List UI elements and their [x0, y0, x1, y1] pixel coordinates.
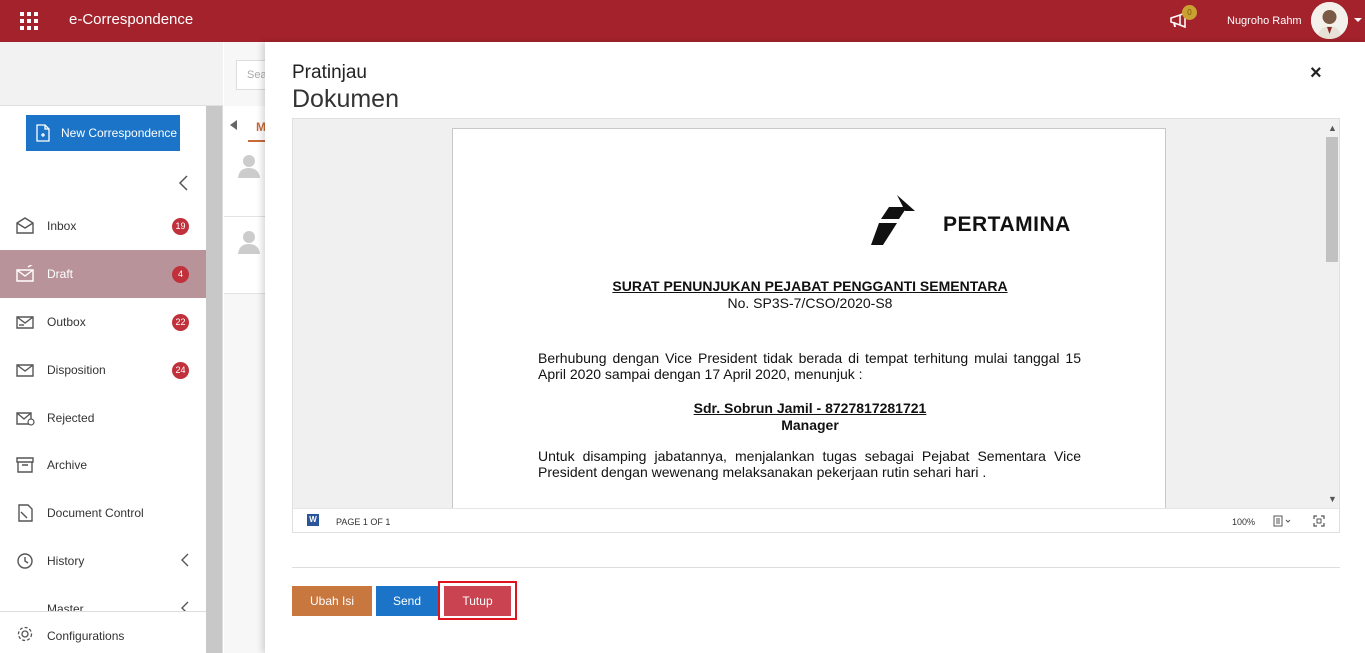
sidebar-item-label: Disposition: [47, 363, 106, 377]
chevron-left-icon: [181, 601, 189, 611]
close-icon[interactable]: ×: [1310, 62, 1322, 85]
sidebar-item-label: Document Control: [47, 506, 144, 520]
panel-title-line2: Dokumen: [292, 85, 399, 113]
history-icon: [17, 553, 33, 569]
sidebar: New Correspondence Inbox 19 Draft 4 Outb…: [0, 42, 223, 653]
app-launcher-icon[interactable]: [20, 12, 38, 30]
notification-badge: 0: [1182, 5, 1197, 20]
count-badge: 22: [172, 314, 189, 331]
sidebar-item-label: Draft: [47, 267, 74, 281]
scroll-up-icon[interactable]: ▲: [1328, 123, 1337, 133]
scroll-down-icon[interactable]: ▼: [1328, 494, 1337, 504]
person-icon: [238, 231, 260, 254]
sidebar-item-outbox[interactable]: Outbox 22: [0, 298, 206, 346]
page-layout-icon[interactable]: [1273, 515, 1293, 527]
sidebar-item-inbox[interactable]: Inbox 19: [0, 202, 206, 250]
document-paragraph: Berhubung dengan Vice President tidak be…: [538, 350, 1081, 382]
document-paragraph: Untuk disamping jabatannya, menjalankan …: [538, 448, 1081, 480]
sidebar-item-draft[interactable]: Draft 4: [0, 250, 206, 298]
archive-icon: [16, 457, 34, 473]
panel-title-line1: Pratinjau: [292, 62, 367, 83]
disposition-icon: [16, 364, 34, 377]
viewer-scrollbar[interactable]: ▲ ▼: [1324, 119, 1339, 508]
user-avatar[interactable]: [1311, 2, 1348, 39]
count-badge: 19: [172, 218, 189, 235]
sidebar-item-label: Inbox: [47, 219, 77, 233]
appointee-role: Manager: [781, 417, 839, 433]
edit-content-button[interactable]: Ubah Isi: [292, 586, 372, 616]
top-bar: e-Correspondence 0 Nugroho Rahm: [0, 0, 1365, 42]
document-control-icon: [18, 504, 33, 522]
close-button[interactable]: Tutup: [444, 586, 511, 616]
count-badge: 24: [172, 362, 189, 379]
count-badge: 4: [172, 266, 189, 283]
message-list: M: [224, 106, 266, 294]
word-icon: W: [307, 514, 319, 526]
appointee-name: Sdr. Sobrun Jamil - 8727817281721: [693, 400, 927, 416]
tab-my[interactable]: M: [248, 108, 266, 142]
sidebar-item-label: Master: [47, 602, 84, 611]
sidebar-item-label: Rejected: [47, 411, 95, 425]
tab-left-arrow-icon[interactable]: [230, 120, 238, 130]
collapse-sidebar-icon[interactable]: [178, 175, 190, 191]
configurations-item[interactable]: Configurations: [0, 611, 206, 653]
person-icon: [238, 155, 260, 178]
sidebar-item-history[interactable]: History: [0, 537, 206, 585]
draft-icon: [16, 265, 34, 282]
sidebar-item-label: Outbox: [47, 315, 86, 329]
page-info: PAGE 1 OF 1: [336, 517, 391, 527]
sidebar-header: [0, 42, 223, 106]
panel-divider: [292, 567, 1340, 568]
document-title: SURAT PENUNJUKAN PEJABAT PENGGANTI SEMEN…: [612, 278, 1008, 294]
inbox-icon: [16, 217, 34, 234]
sidebar-item-disposition[interactable]: Disposition 24: [0, 346, 206, 394]
pertamina-logo-icon: [871, 195, 915, 245]
new-correspondence-button[interactable]: New Correspondence: [26, 115, 180, 151]
send-button[interactable]: Send: [376, 586, 438, 616]
sidebar-item-rejected[interactable]: Rejected: [0, 394, 206, 442]
message-list-column: Sea M: [224, 42, 276, 653]
chevron-left-icon: [181, 553, 189, 567]
document-number: No. SP3S-7/CSO/2020-S8: [727, 295, 893, 311]
user-menu-caret-icon[interactable]: [1354, 18, 1362, 22]
configurations-label: Configurations: [47, 629, 125, 643]
logo-text: PERTAMINA: [943, 213, 1071, 236]
sidebar-item-label: History: [47, 554, 85, 568]
rejected-icon: [16, 412, 35, 426]
document-preview-panel: Pratinjau Dokumen × PERTAMINA SURAT PENU…: [265, 42, 1365, 653]
viewer-status-bar: W PAGE 1 OF 1 100%: [293, 508, 1339, 532]
sidebar-item-document-control[interactable]: Document Control: [0, 489, 206, 537]
scrollbar-thumb[interactable]: [1326, 137, 1338, 262]
sidebar-scrollbar[interactable]: [206, 106, 222, 653]
app-title: e-Correspondence: [69, 11, 194, 28]
fullscreen-icon[interactable]: [1313, 515, 1325, 527]
sidebar-item-master[interactable]: Master: [0, 585, 206, 611]
sidebar-item-archive[interactable]: Archive: [0, 441, 206, 489]
outbox-icon: [16, 316, 34, 329]
user-name[interactable]: Nugroho Rahm: [1227, 15, 1302, 27]
sidebar-item-label: Archive: [47, 458, 88, 472]
new-document-icon: [36, 124, 50, 142]
document-viewer: PERTAMINA SURAT PENUNJUKAN PEJABAT PENGG…: [292, 118, 1340, 533]
zoom-level[interactable]: 100%: [1232, 517, 1255, 527]
new-correspondence-label: New Correspondence: [61, 126, 178, 140]
document-page: PERTAMINA SURAT PENUNJUKAN PEJABAT PENGG…: [452, 128, 1166, 518]
gear-icon: [17, 626, 33, 642]
